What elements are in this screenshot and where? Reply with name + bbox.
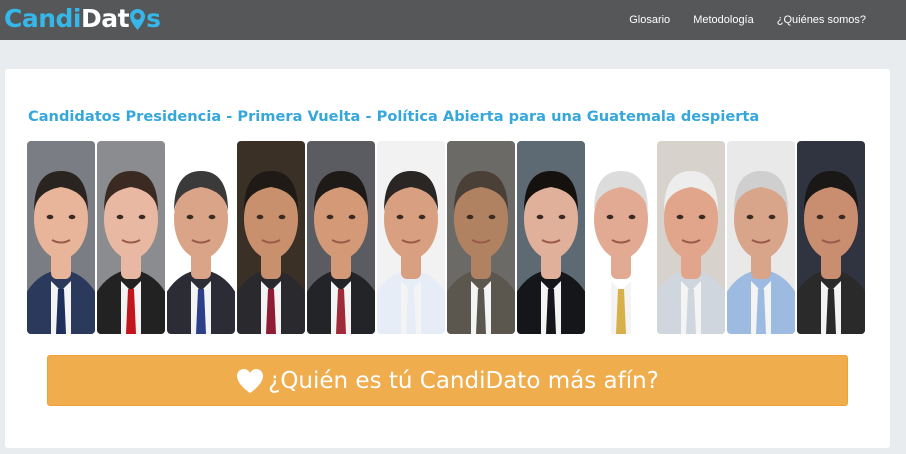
candidate-portrait [447,141,515,334]
candidate-photo[interactable] [167,141,235,334]
candidate-portrait [27,141,95,334]
candidate-portrait [657,141,725,334]
candidate-photo[interactable] [727,141,795,334]
nav-link-quienes-somos[interactable]: ¿Quiénes somos? [777,14,866,26]
candidate-photo[interactable] [237,141,305,334]
logo-text-part2: Dat [80,3,130,33]
candidate-portrait [517,141,585,334]
candidate-portrait [307,141,375,334]
navbar: Candi Dat s Glosario Metodología ¿Quiénes … [0,0,906,40]
candidate-portrait [167,141,235,334]
logo-text-part1: Candi [4,3,81,33]
logo[interactable]: Candi Dat s [4,1,161,35]
find-candidate-label: ¿Quién es tú CandiDato más afín? [268,367,659,394]
candidate-photo[interactable] [307,141,375,334]
candidate-portrait [727,141,795,334]
nav-link-glosario[interactable]: Glosario [629,14,670,26]
main-card: Candidatos Presidencia - Primera Vuelta … [5,69,890,448]
candidate-portrait [797,141,865,334]
map-pin-icon [130,7,146,30]
candidate-photo[interactable] [797,141,865,334]
candidate-photo[interactable] [447,141,515,334]
candidate-photo-gallery [27,141,867,335]
candidate-portrait [237,141,305,334]
candidate-portrait [587,141,655,334]
candidate-photo[interactable] [587,141,655,334]
nav-link-metodologia[interactable]: Metodología [693,14,754,26]
nav-links: Glosario Metodología ¿Quiénes somos? [606,0,866,40]
logo-text-part3: s [146,3,161,33]
candidate-photo[interactable] [27,141,95,334]
candidate-photo[interactable] [97,141,165,334]
find-candidate-button[interactable]: ¿Quién es tú CandiDato más afín? [47,355,848,406]
candidate-photo[interactable] [657,141,725,334]
candidate-photo[interactable] [517,141,585,334]
page-title: Candidatos Presidencia - Primera Vuelta … [28,108,760,125]
heart-icon [237,368,264,393]
candidate-portrait [97,141,165,334]
candidate-portrait [377,141,445,334]
candidate-photo[interactable] [377,141,445,334]
